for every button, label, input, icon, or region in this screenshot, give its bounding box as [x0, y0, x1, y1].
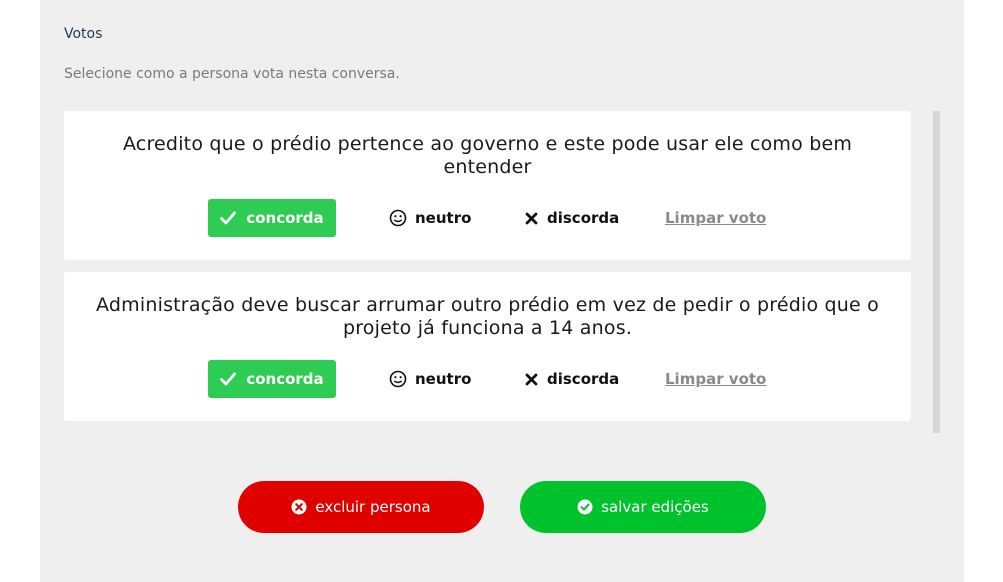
- votes-section-subtitle: Selecione como a persona vota nesta conv…: [64, 66, 400, 82]
- neutral-button[interactable]: neutro: [389, 199, 471, 237]
- comment-card: Administração deve buscar arrumar outro …: [64, 272, 911, 421]
- clear-vote-link[interactable]: Limpar voto: [665, 199, 766, 237]
- save-edits-label: salvar edições: [601, 498, 709, 516]
- x-icon: [525, 373, 538, 386]
- check-icon: [220, 372, 237, 386]
- neutral-face-icon: [389, 370, 407, 388]
- clear-vote-link[interactable]: Limpar voto: [665, 360, 766, 398]
- delete-persona-label: excluir persona: [315, 498, 431, 516]
- comment-text: Administração deve buscar arrumar outro …: [96, 294, 879, 339]
- neutral-button[interactable]: neutro: [389, 360, 471, 398]
- disagree-label: discorda: [547, 370, 620, 388]
- agree-label: concorda: [246, 209, 324, 227]
- x-circle-icon: [291, 499, 307, 515]
- neutral-label: neutro: [415, 370, 472, 388]
- comment-text: Acredito que o prédio pertence ao govern…: [122, 133, 853, 178]
- vote-options: concorda neutro discorda Limpar voto: [64, 199, 911, 237]
- disagree-button[interactable]: discorda: [525, 360, 619, 398]
- save-edits-button[interactable]: salvar edições: [520, 481, 766, 533]
- neutral-label: neutro: [415, 209, 472, 227]
- agree-label: concorda: [246, 370, 324, 388]
- x-icon: [525, 212, 538, 225]
- votes-section-title: Votos: [64, 26, 103, 42]
- comments-list[interactable]: Acredito que o prédio pertence ao govern…: [64, 111, 911, 433]
- delete-persona-button[interactable]: excluir persona: [238, 481, 484, 533]
- check-circle-icon: [577, 499, 593, 515]
- persona-edit-panel: Votos Selecione como a persona vota nest…: [40, 0, 964, 582]
- comments-scrollbar[interactable]: [933, 111, 940, 433]
- neutral-face-icon: [389, 209, 407, 227]
- vote-options: concorda neutro discorda Limpar voto: [64, 360, 911, 398]
- disagree-button[interactable]: discorda: [525, 199, 619, 237]
- comment-card: Acredito que o prédio pertence ao govern…: [64, 111, 911, 260]
- agree-button[interactable]: concorda: [208, 199, 336, 237]
- disagree-label: discorda: [547, 209, 620, 227]
- check-icon: [220, 211, 237, 225]
- agree-button[interactable]: concorda: [208, 360, 336, 398]
